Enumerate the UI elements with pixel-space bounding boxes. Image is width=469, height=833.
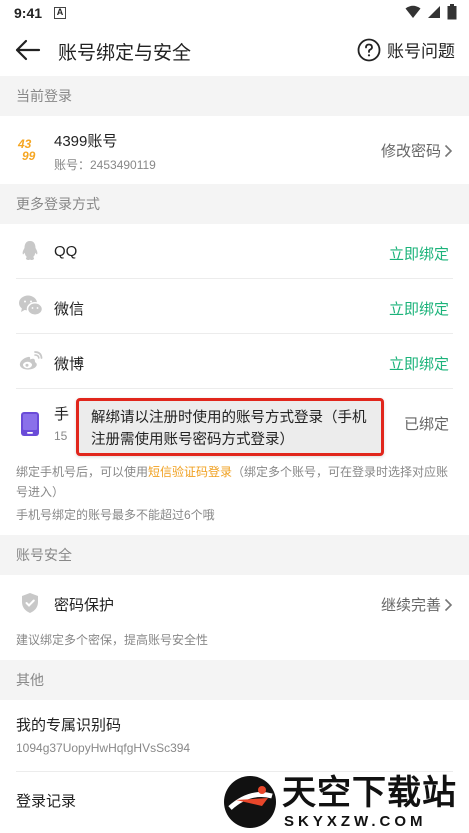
login-method-weibo[interactable]: 微博 立即绑定	[0, 334, 469, 389]
watermark-brand: 天空下载站	[282, 774, 457, 812]
current-account-row[interactable]: 43 99 4399账号 账号：2453490119 修改密码	[0, 116, 469, 184]
exclusive-id-value: 1094g37UopyHwHqfgHVsSc394	[16, 741, 191, 755]
security-note: 建议绑定多个密保，提高账号安全性	[16, 633, 209, 647]
wechat-label: 微信	[54, 301, 85, 318]
sms-login-link[interactable]: 短信验证码登录	[148, 465, 232, 479]
chevron-right-icon	[444, 144, 453, 158]
login-method-wechat[interactable]: 微信 立即绑定	[0, 279, 469, 334]
change-password-link[interactable]: 修改密码	[381, 140, 441, 161]
qq-label: QQ	[54, 243, 78, 260]
weibo-label: 微博	[54, 356, 85, 373]
battery-icon	[447, 4, 457, 20]
logo-text-bottom: 99	[22, 149, 36, 163]
back-arrow-icon[interactable]	[14, 38, 42, 62]
cellular-icon	[428, 6, 440, 18]
bind-qq-button[interactable]: 立即绑定	[389, 243, 449, 264]
account-number: 账号：2453490119	[54, 158, 156, 172]
question-circle-icon	[357, 38, 381, 61]
bind-wechat-button[interactable]: 立即绑定	[389, 298, 449, 319]
phone-bound-status: 已绑定	[403, 416, 449, 433]
phone-icon	[21, 412, 39, 436]
shield-icon	[22, 593, 38, 613]
account-help-button[interactable]: 账号问题	[357, 37, 455, 62]
status-time: 9:41	[14, 5, 43, 21]
skyxzw-watermark: 天空下载站 SKYXZW.COM	[222, 772, 469, 833]
phone-limit-note: 手机号绑定的账号最多不能超过6个哦	[16, 508, 215, 522]
watermark-domain: SKYXZW.COM	[284, 813, 427, 830]
continue-improve-link[interactable]: 继续完善	[381, 594, 441, 615]
unbind-toast: 解绑请以注册时使用的账号方式登录（手机注册需使用账号密码方式登录）	[76, 398, 384, 456]
login-record-label: 登录记录	[16, 793, 77, 810]
status-icons	[405, 4, 457, 20]
section-other: 其他	[0, 660, 469, 700]
app-notification-icon: A	[54, 7, 67, 19]
bind-weibo-button[interactable]: 立即绑定	[389, 353, 449, 374]
exclusive-id-row[interactable]: 我的专属识别码 1094g37UopyHwHqfgHVsSc394	[0, 700, 469, 772]
section-account-security: 账号安全	[0, 535, 469, 575]
phone-binding-note: 绑定手机号后，可以使用短信验证码登录（绑定多个账号，可在登录时选择对应账号进入）	[16, 462, 456, 502]
chevron-right-icon	[444, 598, 453, 612]
qq-icon	[22, 241, 38, 261]
page-title: 账号绑定与安全	[58, 43, 192, 64]
wifi-icon	[405, 5, 421, 18]
section-current-login: 当前登录	[0, 76, 469, 116]
login-method-qq[interactable]: QQ 立即绑定	[0, 224, 469, 279]
exclusive-id-label: 我的专属识别码	[16, 717, 122, 734]
account-name: 4399账号	[54, 133, 118, 150]
app-header: 账号绑定与安全 账号问题	[0, 26, 469, 74]
weibo-icon	[19, 351, 43, 370]
account-help-label: 账号问题	[387, 42, 455, 61]
phone-label: 手	[54, 406, 70, 423]
wechat-icon	[19, 295, 44, 316]
phone-number: 15	[54, 429, 68, 443]
password-protection-row[interactable]: 密码保护 继续完善	[0, 575, 469, 630]
4399-logo-icon: 43 99	[18, 138, 44, 164]
password-protection-label: 密码保护	[54, 597, 115, 614]
section-more-methods: 更多登录方式	[0, 184, 469, 224]
status-bar: 9:41 A	[0, 0, 469, 26]
note-text-1: 绑定手机号后，可以使用	[16, 465, 149, 479]
